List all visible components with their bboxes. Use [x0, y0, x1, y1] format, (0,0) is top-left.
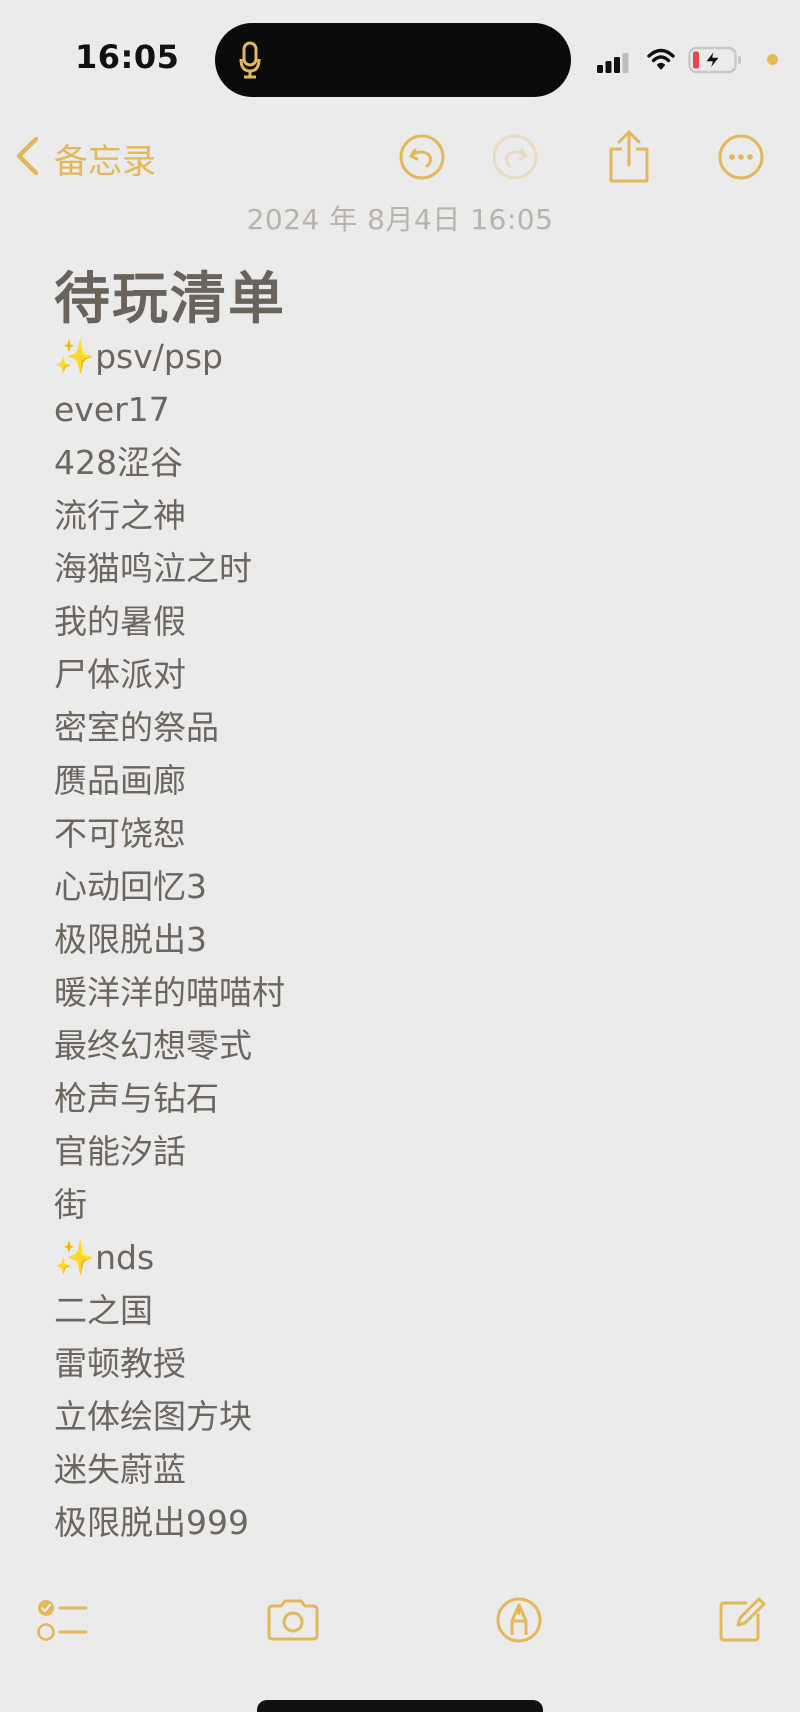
note-date: 2024 年 8月4日 16:05 — [246, 203, 554, 236]
list-item[interactable]: 街 — [54, 1178, 754, 1231]
list-item[interactable]: 尸体派对 — [54, 648, 754, 701]
list-item[interactable]: 暖洋洋的喵喵村 — [54, 966, 754, 1019]
status-bar: 16:05 — [0, 0, 800, 118]
microphone-icon — [239, 41, 261, 83]
battery-charging-icon — [688, 46, 741, 74]
list-item[interactable]: ✨nds — [54, 1231, 754, 1284]
list-item[interactable]: 不可饶恕 — [54, 807, 754, 860]
list-item[interactable]: 428涩谷 — [54, 436, 754, 489]
list-item[interactable]: ever17 — [54, 383, 754, 436]
list-item[interactable]: 二之国 — [54, 1284, 754, 1337]
list-item[interactable]: ✨psv/psp — [54, 330, 754, 383]
list-item[interactable]: 我的暑假 — [54, 595, 754, 648]
dynamic-island — [215, 23, 571, 97]
checklist-button[interactable] — [28, 1587, 98, 1657]
undo-icon — [398, 133, 446, 185]
list-item[interactable]: 迷失蔚蓝 — [54, 1443, 754, 1496]
list-item[interactable]: 赝品画廊 — [54, 754, 754, 807]
note-toolbar: 备忘录 — [0, 118, 800, 200]
list-item[interactable]: 立体绘图方块 — [54, 1390, 754, 1443]
status-time: 16:05 — [75, 38, 180, 76]
share-icon — [607, 129, 651, 189]
list-item[interactable]: 极限脱出999 — [54, 1496, 754, 1549]
chevron-left-icon — [14, 135, 40, 181]
cellular-signal-icon — [597, 53, 629, 73]
list-item[interactable]: 心动回忆3 — [54, 860, 754, 913]
checklist-icon — [36, 1595, 90, 1649]
wifi-icon — [647, 48, 675, 70]
markup-button[interactable] — [484, 1587, 554, 1657]
list-item[interactable]: 极限脱出3 — [54, 913, 754, 966]
list-item[interactable]: 最终幻想零式 — [54, 1019, 754, 1072]
markup-pen-icon — [494, 1595, 544, 1649]
list-item[interactable]: 密室的祭品 — [54, 701, 754, 754]
undo-button[interactable] — [391, 128, 453, 190]
note-title[interactable]: 待玩清单 — [54, 254, 286, 335]
list-item[interactable]: 官能汐話 — [54, 1125, 754, 1178]
share-button[interactable] — [598, 128, 660, 190]
list-item[interactable]: 海猫鸣泣之时 — [54, 542, 754, 595]
compose-icon — [716, 1595, 766, 1649]
more-options-icon — [717, 133, 765, 185]
compose-button[interactable] — [706, 1587, 776, 1657]
back-button[interactable]: 备忘录 — [14, 128, 156, 188]
camera-icon — [265, 1598, 321, 1646]
list-item[interactable]: 雷顿教授 — [54, 1337, 754, 1390]
list-item[interactable]: 流行之神 — [54, 489, 754, 542]
back-label: 备忘录 — [54, 141, 156, 182]
more-options-button[interactable] — [710, 128, 772, 190]
note-body[interactable]: ✨psv/psp ever17 428涩谷 流行之神 海猫鸣泣之时 我的暑假 尸… — [54, 330, 754, 1565]
list-item[interactable]: 枪声与钻石 — [54, 1072, 754, 1125]
redo-icon — [491, 133, 539, 185]
privacy-indicator-dot — [767, 54, 778, 65]
home-indicator[interactable] — [257, 1700, 543, 1712]
redo-button[interactable] — [484, 128, 546, 190]
camera-button[interactable] — [258, 1587, 328, 1657]
bottom-toolbar — [0, 1575, 800, 1665]
